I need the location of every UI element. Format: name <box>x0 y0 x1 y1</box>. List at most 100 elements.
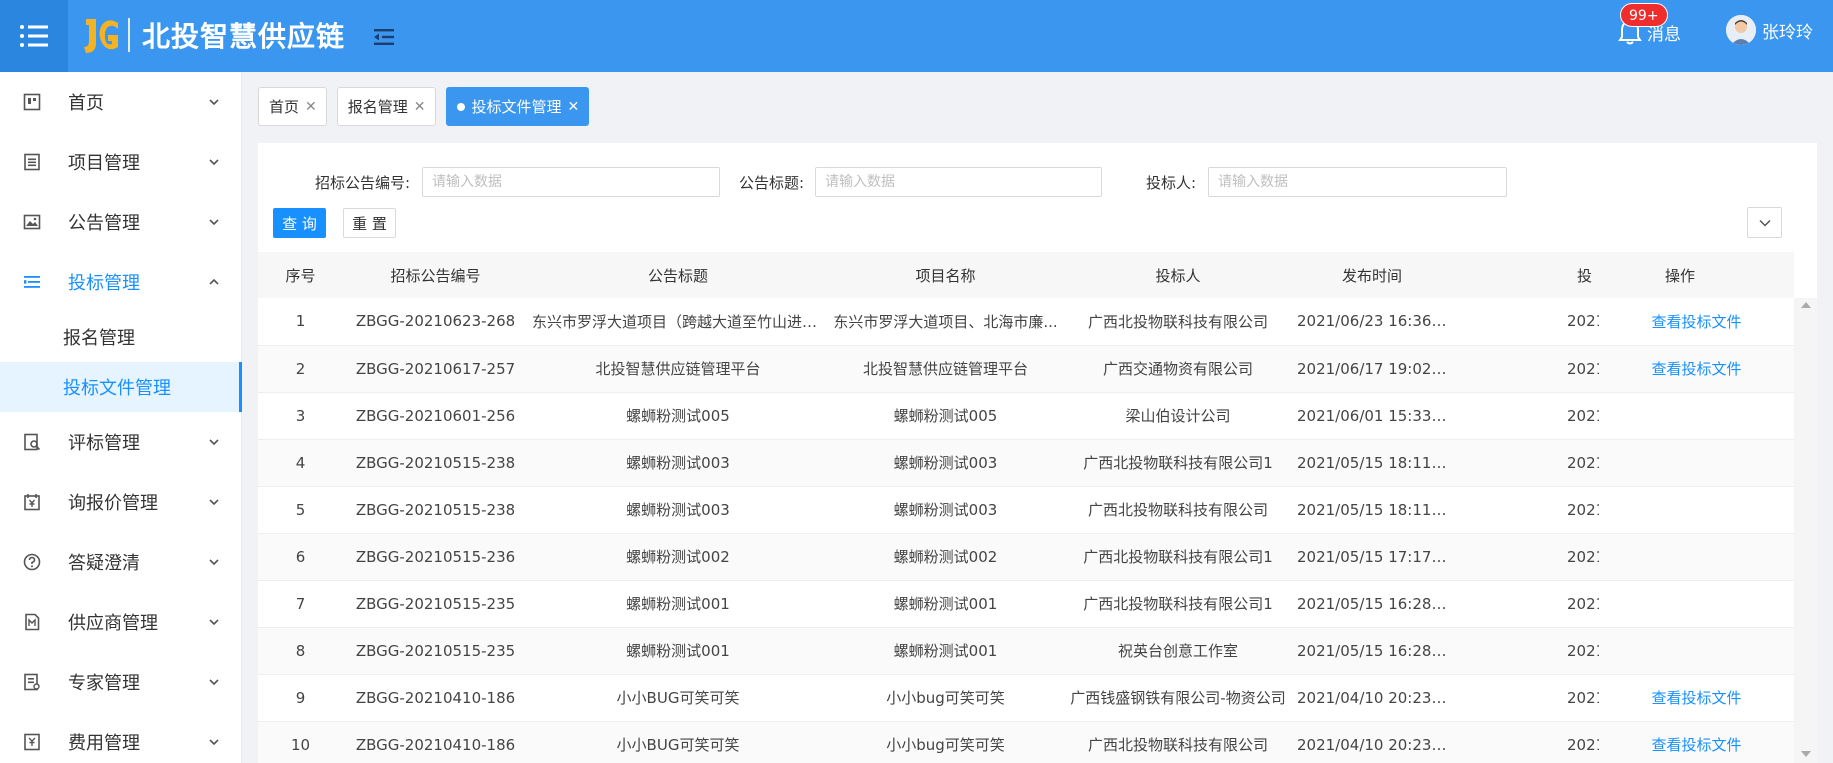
column-header: 公告标题 <box>528 252 828 298</box>
menu-list-icon <box>20 25 48 47</box>
cell-no: 5 <box>258 486 343 534</box>
expand-filters-button[interactable] <box>1747 207 1782 238</box>
sidebar-item-bidding[interactable]: 投标管理 <box>0 252 241 312</box>
cell-action <box>1599 533 1794 581</box>
sidebar-subitem-registration[interactable]: 报名管理 <box>0 312 241 362</box>
sidebar-item-quotation[interactable]: 询报价管理 <box>0 472 241 532</box>
sidebar-item-home[interactable]: 首页 <box>0 72 241 132</box>
cell-extra: 2021- <box>1451 486 1599 534</box>
cell-time: 2021/05/15 17:17:00 <box>1293 533 1451 581</box>
sidebar-item-experts[interactable]: 专家管理 <box>0 652 241 712</box>
cell-code: ZBGG-20210410-186 <box>343 721 528 763</box>
notice-no-input[interactable] <box>422 167 720 197</box>
tab-bar: 首页 ✕ 报名管理 ✕ 投标文件管理 ✕ <box>258 87 599 126</box>
content-panel: 招标公告编号: 公告标题: 投标人: 查 询 重 置 序号 招标公告编号 公告标… <box>258 143 1817 763</box>
cell-time: 2021/04/10 20:23:39 <box>1293 674 1451 722</box>
sidebar-item-label: 公告管理 <box>68 213 140 234</box>
cell-extra: 2021- <box>1451 392 1599 440</box>
view-bid-file-link[interactable]: 查看投标文件 <box>1651 736 1741 754</box>
cell-no: 2 <box>258 345 343 393</box>
cell-bidder: 广西北投物联科技有限公司 <box>1063 486 1293 534</box>
cell-time: 2021/06/17 19:02:51 <box>1293 345 1451 393</box>
cell-no: 4 <box>258 439 343 487</box>
cell-bidder: 广西钱盛钢铁有限公司-物资公司 <box>1063 674 1293 722</box>
cell-project: 小小bug可笑可笑 <box>828 674 1063 722</box>
reset-button[interactable]: 重 置 <box>343 208 396 238</box>
cell-action: 查看投标文件 <box>1599 298 1794 346</box>
cell-project: 东兴市罗浮大道项目、北海市廉... <box>828 298 1063 346</box>
close-icon[interactable]: ✕ <box>414 99 426 115</box>
tab-home[interactable]: 首页 ✕ <box>258 87 327 126</box>
cell-bidder: 广西北投物联科技有限公司1 <box>1063 533 1293 581</box>
chevron-down-icon <box>209 99 219 106</box>
column-header: 操作 <box>1599 252 1794 298</box>
chevron-down-icon <box>209 219 219 226</box>
sidebar-item-fees[interactable]: 费用管理 <box>0 712 241 763</box>
cell-action <box>1599 439 1794 487</box>
cell-action <box>1599 580 1794 628</box>
cell-project: 螺蛳粉测试003 <box>828 486 1063 534</box>
sidebar-item-label: 评标管理 <box>68 433 140 454</box>
sidebar-item-label: 答疑澄清 <box>68 553 140 574</box>
sidebar-subitem-bid-files[interactable]: 投标文件管理 <box>0 362 242 412</box>
cell-bidder: 祝英台创意工作室 <box>1063 627 1293 675</box>
cell-no: 9 <box>258 674 343 722</box>
user-menu[interactable]: 张玲玲 <box>1726 15 1813 45</box>
close-icon[interactable]: ✕ <box>568 99 580 115</box>
tab-label: 首页 <box>269 98 300 116</box>
app-title: 北投智慧供应链 <box>142 20 346 53</box>
cell-title: 北投智慧供应链管理平台 <box>528 345 828 393</box>
table-row: 1ZBGG-20210623-268东兴市罗浮大道项目（跨越大道至竹山进港大道段… <box>258 298 1794 346</box>
scroll-up-icon[interactable] <box>1801 302 1811 308</box>
cell-project: 螺蛳粉测试001 <box>828 627 1063 675</box>
sidebar-item-qa[interactable]: 答疑澄清 <box>0 532 241 592</box>
column-header: 项目名称 <box>828 252 1063 298</box>
cell-time: 2021/05/15 18:11:18 <box>1293 439 1451 487</box>
scroll-down-icon[interactable] <box>1801 751 1811 757</box>
cell-title: 东兴市罗浮大道项目（跨越大道至竹山进港大道段... <box>528 298 828 346</box>
view-bid-file-link[interactable]: 查看投标文件 <box>1651 360 1741 378</box>
close-icon[interactable]: ✕ <box>305 99 317 115</box>
table-row: 5 ZBGG-20210515-238 螺蛳粉测试003 螺蛳粉测试003 广西北投物联… <box>258 486 1794 534</box>
view-bid-file-link[interactable]: 查看投标文件 <box>1651 689 1741 707</box>
sidebar-item-label: 询报价管理 <box>68 493 158 514</box>
cell-code: ZBGG-20210410-186 <box>343 674 528 722</box>
sidebar-item-projects[interactable]: 项目管理 <box>0 132 241 192</box>
cell-bidder: 梁山伯设计公司 <box>1063 392 1293 440</box>
menu-toggle-button[interactable] <box>0 0 68 72</box>
cell-extra: 2021- <box>1451 439 1599 487</box>
cell-extra: 2021- <box>1451 298 1599 346</box>
tab-registration[interactable]: 报名管理 ✕ <box>336 87 436 126</box>
bid-icon <box>24 276 40 288</box>
quote-icon <box>24 494 40 511</box>
table-row: 8 ZBGG-20210515-235 螺蛳粉测试001 螺蛳粉测试001 祝英台创意工… <box>258 627 1794 675</box>
column-header: 序号 <box>258 252 343 298</box>
cell-bidder: 广西北投物联科技有限公司 <box>1063 298 1293 346</box>
sidebar-collapse-icon[interactable] <box>372 26 396 48</box>
cell-title: 小小BUG可笑可笑 <box>528 674 828 722</box>
sidebar-item-suppliers[interactable]: 供应商管理 <box>0 592 241 652</box>
table-scrollbar[interactable] <box>1794 298 1817 763</box>
tab-label: 报名管理 <box>347 98 408 116</box>
cell-extra: 2021- <box>1451 345 1599 393</box>
cell-project: 螺蛳粉测试002 <box>828 533 1063 581</box>
title-input[interactable] <box>815 167 1102 197</box>
cell-code: ZBGG-20210601-256 <box>343 392 528 440</box>
expert-icon <box>24 673 40 691</box>
bidder-input[interactable] <box>1208 167 1507 197</box>
sidebar-subitem-label: 报名管理 <box>63 328 135 349</box>
sidebar-item-evaluation[interactable]: 评标管理 <box>0 412 241 472</box>
list-icon <box>24 153 40 171</box>
sidebar-item-notices[interactable]: 公告管理 <box>0 192 241 252</box>
cell-action: 查看投标文件 <box>1599 345 1794 393</box>
cell-code: ZBGG-20210515-235 <box>343 627 528 675</box>
tab-bid-files[interactable]: 投标文件管理 ✕ <box>445 87 590 126</box>
app-logo[interactable]: JG 北投智慧供应链 <box>80 13 345 57</box>
query-button[interactable]: 查 询 <box>273 208 326 238</box>
cell-project: 北投智慧供应链管理平台 <box>828 345 1063 393</box>
cell-title: 螺蛳粉测试002 <box>528 533 828 581</box>
view-bid-file-link[interactable]: 查看投标文件 <box>1651 313 1741 331</box>
cell-extra: 2021- <box>1451 580 1599 628</box>
cell-title: 小小BUG可笑可笑 <box>528 721 828 763</box>
cell-action: 查看投标文件 <box>1599 721 1794 763</box>
